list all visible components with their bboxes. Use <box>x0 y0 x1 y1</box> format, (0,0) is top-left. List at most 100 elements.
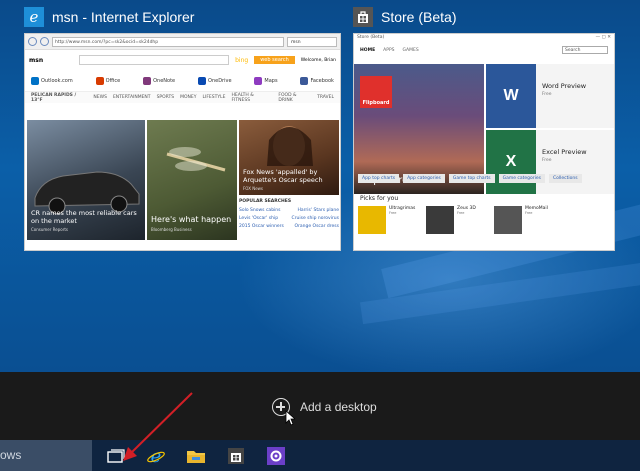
popular-item[interactable]: Solo Snows cabins <box>239 208 281 213</box>
pick-item[interactable]: MemoMail Free <box>494 206 556 234</box>
nav-travel[interactable]: TRAVEL <box>317 95 334 100</box>
picks-list: Ultragrimas Free Zeus 3D Free MemoMail Free <box>358 206 556 234</box>
bing-logo: bing <box>235 56 249 64</box>
nav-food[interactable]: FOOD & DRINK <box>278 93 311 103</box>
store-window-title[interactable]: Store (Beta) <box>353 7 456 27</box>
window-controls-icon: — ▢ ✕ <box>595 35 611 40</box>
back-icon <box>28 37 37 46</box>
taskbar: ows e <box>0 440 640 471</box>
store-icon <box>228 447 244 464</box>
popular-item[interactable]: Orange Oscar dress <box>294 224 339 229</box>
svg-text:e: e <box>30 8 39 26</box>
store-icon <box>353 7 373 27</box>
store-nav-home[interactable]: HOME <box>360 48 375 53</box>
store-nav-games[interactable]: GAMES <box>403 48 419 53</box>
popular-item[interactable]: Levis 'Oscar' ship <box>239 216 278 221</box>
internet-explorer-icon: e <box>24 7 44 27</box>
web-search-button[interactable]: web search <box>254 56 295 64</box>
msn-logo: msn <box>29 56 44 64</box>
quick-link-facebook[interactable]: Facebook <box>300 76 334 85</box>
ultragrimas-icon <box>358 206 386 234</box>
story-dragonfly-source: Bloomberg Business <box>151 227 192 232</box>
nav-lifestyle[interactable]: LIFESTYLE <box>202 95 225 100</box>
internet-explorer-icon: e <box>147 446 165 466</box>
bing-search-box[interactable] <box>79 55 230 65</box>
task-view-button[interactable] <box>96 440 136 471</box>
ie-window-thumbnail[interactable]: http://www.msn.com/?pc=sk2&ocid=sk24dhp … <box>24 33 341 251</box>
chip-app-top-charts[interactable]: App top charts <box>358 174 400 183</box>
welcome-text: Welcome, Brian <box>300 57 336 63</box>
nav-money[interactable]: MONEY <box>180 95 196 100</box>
nav-health[interactable]: HEALTH & FITNESS <box>231 93 272 103</box>
pick-item[interactable]: Ultragrimas Free <box>358 206 420 234</box>
quick-links: Outlook.com Office OneNote OneDrive Maps… <box>25 70 340 92</box>
store-category-chips: App top charts App categories Game top c… <box>358 174 582 183</box>
story-cars-source: Consumer Reports <box>31 227 69 232</box>
nav-sports[interactable]: SPORTS <box>157 95 175 100</box>
word-tile-price: Free <box>542 92 552 97</box>
quick-link-onenote[interactable]: OneNote <box>143 76 175 85</box>
zeus-3d-icon <box>426 206 454 234</box>
ie-window-title[interactable]: e msn - Internet Explorer <box>24 7 194 27</box>
store-nav-apps[interactable]: APPS <box>383 48 394 53</box>
taskbar-store-button[interactable] <box>216 440 256 471</box>
quick-link-maps[interactable]: Maps <box>254 76 278 85</box>
word-tile-name: Word Preview <box>542 82 587 90</box>
mouse-cursor-icon <box>285 410 295 426</box>
popular-searches-title: POPULAR SEARCHES <box>239 199 292 204</box>
news-tile-arquette[interactable]: Fox News 'appalled' by Arquette's Oscar … <box>239 120 339 195</box>
ie-tab[interactable]: msn <box>287 36 337 47</box>
news-tile-dragonfly[interactable]: Here's what happen Bloomberg Business <box>147 120 237 240</box>
store-tile-excel[interactable]: X Excel Preview Free <box>486 130 614 194</box>
popular-searches: POPULAR SEARCHES Solo Snows cabins Harris… <box>239 199 339 232</box>
store-search-input[interactable]: Search <box>562 46 608 54</box>
memomail-icon <box>494 206 522 234</box>
pick-item[interactable]: Zeus 3D Free <box>426 206 488 234</box>
store-titlebar: Store (Beta) — ▢ ✕ <box>354 34 614 43</box>
news-tiles: CR names the most reliable cars on the m… <box>25 120 340 240</box>
task-view-icon <box>107 448 125 463</box>
settings-icon <box>267 446 285 465</box>
popular-item[interactable]: Harris' Stars plane <box>297 208 339 213</box>
excel-tile-name: Excel Preview <box>542 148 587 156</box>
location: PELICAN RAPIDS / 13°F <box>31 92 77 103</box>
chip-game-categories[interactable]: Game categories <box>498 174 545 183</box>
ie-address-bar[interactable]: http://www.msn.com/?pc=sk2&ocid=sk24dhp <box>52 36 284 47</box>
story-dragonfly-headline: Here's what happen <box>151 215 232 224</box>
flipboard-logo: Flipboard <box>360 76 392 108</box>
taskbar-ie-button[interactable]: e <box>136 440 176 471</box>
dragonfly-image <box>166 147 226 172</box>
store-window-thumbnail[interactable]: Store (Beta) — ▢ ✕ HOME APPS GAMES Searc… <box>353 33 615 251</box>
taskbar-file-explorer-button[interactable] <box>176 440 216 471</box>
excel-icon: X <box>486 130 536 194</box>
story-arquette-headline: Fox News 'appalled' by Arquette's Oscar … <box>243 167 323 184</box>
store-tile-word[interactable]: W Word Preview Free <box>486 64 614 128</box>
portrait-image <box>267 126 313 166</box>
quick-link-office[interactable]: Office <box>95 76 120 85</box>
nav-news[interactable]: NEWS <box>93 95 107 100</box>
popular-item[interactable]: Cruise ship norovirus <box>292 216 339 221</box>
ie-window-title-text: msn - Internet Explorer <box>52 9 195 25</box>
ie-toolbar: http://www.msn.com/?pc=sk2&ocid=sk24dhp … <box>25 34 340 50</box>
store-titlebar-text: Store (Beta) <box>357 35 385 40</box>
word-icon: W <box>486 64 536 128</box>
news-tile-cars[interactable]: CR names the most reliable cars on the m… <box>27 120 145 240</box>
quick-link-onedrive[interactable]: OneDrive <box>198 76 232 85</box>
forward-icon <box>40 37 49 46</box>
store-nav: HOME APPS GAMES Search <box>354 43 614 57</box>
popular-item[interactable]: 2015 Oscar winners <box>239 224 284 229</box>
quick-link-outlook[interactable]: Outlook.com <box>31 76 73 85</box>
story-cars-headline: CR names the most reliable cars on the m… <box>31 208 137 225</box>
msn-header: msn bing web search Welcome, Brian <box>25 50 340 70</box>
nav-entertainment[interactable]: ENTERTAINMENT <box>113 95 151 100</box>
msn-nav: PELICAN RAPIDS / 13°F NEWS ENTERTAINMENT… <box>25 92 340 103</box>
taskbar-search-box[interactable]: ows <box>0 440 92 471</box>
story-arquette-source: FOX News <box>243 186 264 191</box>
file-explorer-icon <box>187 450 205 463</box>
excel-tile-price: Free <box>542 158 552 163</box>
chip-game-top-charts[interactable]: Game top charts <box>448 174 495 183</box>
picks-title: Picks for you <box>360 195 399 202</box>
chip-app-categories[interactable]: App categories <box>403 174 445 183</box>
taskbar-settings-button[interactable] <box>256 440 296 471</box>
chip-collections[interactable]: Collections <box>549 174 582 183</box>
